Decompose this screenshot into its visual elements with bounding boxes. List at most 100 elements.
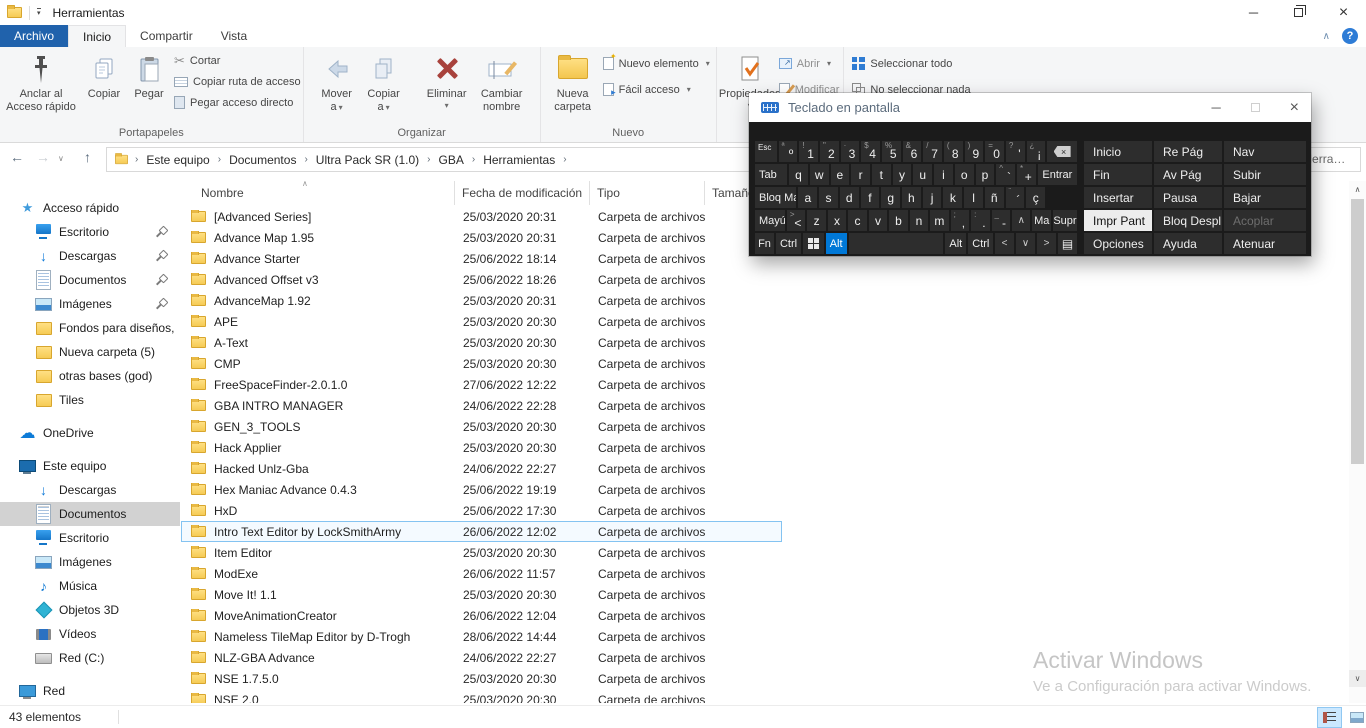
osk-key[interactable]: Esc [755,141,777,162]
osk-key[interactable]: x [828,210,846,231]
sidebar-item[interactable]: Imágenes [0,550,180,574]
osk-key[interactable]: $4 [861,141,880,162]
collapse-ribbon-icon[interactable]: ∧ [1323,31,1330,42]
file-row[interactable]: Hex Maniac Advance 0.4.3 25/06/2022 19:1… [181,479,782,500]
osk-key[interactable]: Impr Pant [1084,210,1152,231]
back-button[interactable]: ← [10,149,24,165]
osk-key[interactable]: h [902,187,921,208]
restore-button[interactable] [1276,0,1321,25]
sidebar-item[interactable]: Descargas [0,244,180,268]
column-header-fecha[interactable]: Fecha de modificación [455,181,590,205]
sidebar-item[interactable]: OneDrive [0,421,180,445]
osk-key[interactable]: _- [992,210,1010,231]
osk-key[interactable]: y [893,164,912,185]
osk-key[interactable]: l [964,187,983,208]
osk-key[interactable]: ¨´ [1006,187,1025,208]
osk-key[interactable]: j [923,187,942,208]
osk-key[interactable]: Subir [1224,164,1306,185]
minimize-button[interactable]: ─ [1231,0,1276,25]
help-icon[interactable]: ? [1342,28,1358,44]
osk-key[interactable]: ∨ [1016,233,1035,254]
recent-locations-icon[interactable]: ∨ [58,154,64,163]
new-item-button[interactable]: Nuevo elemento ▾ [603,55,710,72]
osk-key[interactable]: ∧ [1012,210,1030,231]
breadcrumb-segment[interactable]: GBA [437,153,466,167]
sidebar-item[interactable]: Imágenes [0,292,180,316]
file-row[interactable]: NSE 2.0 25/03/2020 20:30 Carpeta de arch… [181,689,782,703]
osk-key[interactable]: Mayús [755,210,785,231]
pin-to-quick-access-button[interactable]: Anclar al Acceso rápido [2,48,80,114]
sidebar-item[interactable]: Nueva carpeta (5) [0,340,180,364]
file-row[interactable]: FreeSpaceFinder-2.0.1.0 27/06/2022 12:22… [181,374,782,395]
sidebar-item[interactable]: Red (C:) [0,646,180,670]
osk-key[interactable]: ?' [1006,141,1025,162]
osk-key[interactable]: Nav [1224,141,1306,162]
file-row[interactable]: ModExe 26/06/2022 11:57 Carpeta de archi… [181,563,782,584]
osk-key[interactable]: f [861,187,880,208]
copy-button[interactable]: Copiar [80,48,128,101]
customize-quick-access-icon[interactable]: ▾ [37,8,41,17]
osk-minimize-button[interactable]: ─ [1211,100,1220,115]
osk-key[interactable]: < [995,233,1014,254]
file-row[interactable]: GBA INTRO MANAGER 24/06/2022 22:28 Carpe… [181,395,782,416]
sidebar-item[interactable]: Música [0,574,180,598]
file-row[interactable]: NLZ-GBA Advance 24/06/2022 22:27 Carpeta… [181,647,782,668]
sidebar-item[interactable]: Fondos para diseños, [0,316,180,340]
breadcrumb-segment[interactable]: Documentos [227,153,298,167]
osk-key[interactable]: )9 [965,141,984,162]
osk-key[interactable]: (8 [944,141,963,162]
osk-key[interactable]: Fn [755,233,774,254]
osk-close-button[interactable]: × [1290,99,1299,117]
column-header-tipo[interactable]: Tipo [590,181,705,205]
osk-key[interactable]: ¿¡ [1027,141,1046,162]
osk-key[interactable]: n [910,210,928,231]
move-to-button[interactable]: Mover a▾ [314,48,360,114]
osk-key[interactable]: c [848,210,866,231]
tab-inicio[interactable]: Inicio [68,25,126,47]
sidebar-item[interactable]: Descargas [0,478,180,502]
osk-key[interactable]: q [789,164,808,185]
osk-key[interactable]: Alt [945,233,966,254]
osk-key[interactable]: o [955,164,974,185]
osk-key[interactable]: ç [1026,187,1045,208]
file-row[interactable]: Nameless TileMap Editor by D-Trogh 28/06… [181,626,782,647]
sidebar-item[interactable]: Acceso rápido [0,196,180,220]
file-row[interactable]: CMP 25/03/2020 20:30 Carpeta de archivos [181,353,782,374]
file-row[interactable]: APE 25/03/2020 20:30 Carpeta de archivos [181,311,782,332]
file-row[interactable]: HxD 25/06/2022 17:30 Carpeta de archivos [181,500,782,521]
osk-key[interactable]: Fin [1084,164,1152,185]
sidebar-item[interactable]: Vídeos [0,622,180,646]
osk-key[interactable]: ·3 [841,141,860,162]
file-row[interactable]: MoveAnimationCreator 26/06/2022 12:04 Ca… [181,605,782,626]
vertical-scrollbar[interactable]: ∧ ∨ [1349,181,1366,703]
osk-key[interactable]: /7 [923,141,942,162]
copy-to-button[interactable]: Copiar a▾ [360,48,408,114]
copy-path-button[interactable]: Copiar ruta de acceso [174,73,301,90]
file-row[interactable]: AdvanceMap 1.92 25/03/2020 20:31 Carpeta… [181,290,782,311]
osk-key[interactable]: e [831,164,850,185]
osk-key[interactable]: r [851,164,870,185]
osk-key[interactable]: Bloq Despl [1154,210,1222,231]
osk-key[interactable]: v [869,210,887,231]
sidebar-item[interactable]: Tiles [0,388,180,412]
osk-key[interactable]: Pausa [1154,187,1222,208]
osk-key[interactable]: u [913,164,932,185]
osk-key[interactable]: *+ [1017,164,1036,185]
thumbnails-view-button[interactable] [1344,707,1366,728]
osk-key[interactable]: Bajar [1224,187,1306,208]
osk-key[interactable]: Insertar [1084,187,1152,208]
breadcrumb-segment[interactable]: Herramientas [481,153,557,167]
scroll-up-icon[interactable]: ∧ [1349,181,1366,198]
osk-key[interactable]: Ctrl [776,233,801,254]
file-row[interactable]: Hacked Unlz-Gba 24/06/2022 22:27 Carpeta… [181,458,782,479]
osk-key[interactable]: k [943,187,962,208]
sidebar-item[interactable]: Red [0,679,180,703]
osk-key[interactable]: Acoplar [1224,210,1306,231]
osk-key[interactable]: d [840,187,859,208]
osk-key[interactable]: Ma [1032,210,1050,231]
osk-key[interactable]: ^` [996,164,1015,185]
sidebar-item[interactable]: Objetos 3D [0,598,180,622]
osk-key[interactable]: z [807,210,825,231]
scroll-down-icon[interactable]: ∨ [1349,670,1366,687]
easy-access-button[interactable]: Fácil acceso ▾ [603,81,710,98]
